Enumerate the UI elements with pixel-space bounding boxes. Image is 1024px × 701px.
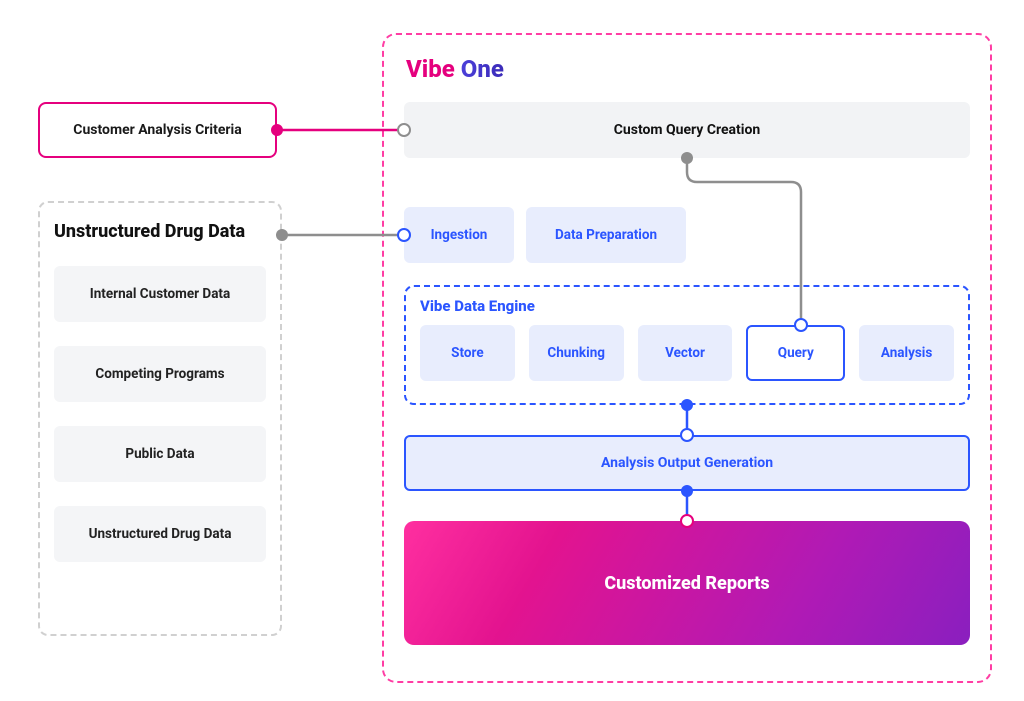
ingestion-box: Ingestion xyxy=(404,207,514,263)
unstructured-drug-data-title: Unstructured Drug Data xyxy=(54,221,266,244)
data-preparation-box: Data Preparation xyxy=(526,207,686,263)
customized-reports-label: Customized Reports xyxy=(604,573,769,594)
engine-cell-query: Query xyxy=(746,325,845,381)
engine-cell-store: Store xyxy=(420,325,515,381)
vibe-data-engine-title: Vibe Data Engine xyxy=(420,297,954,315)
engine-cell-chunking: Chunking xyxy=(529,325,624,381)
engine-cell-analysis: Analysis xyxy=(859,325,954,381)
drugdata-item: Internal Customer Data xyxy=(54,266,266,322)
engine-cell-vector: Vector xyxy=(638,325,733,381)
custom-query-creation-label: Custom Query Creation xyxy=(614,122,761,138)
drugdata-item: Unstructured Drug Data xyxy=(54,506,266,562)
drugdata-item-label: Competing Programs xyxy=(95,366,224,382)
ingestion-label: Ingestion xyxy=(431,227,488,243)
customer-analysis-criteria-box: Customer Analysis Criteria xyxy=(38,102,277,158)
drugdata-item-label: Public Data xyxy=(125,446,194,462)
analysis-output-generation-label: Analysis Output Generation xyxy=(601,455,773,471)
vibe-title-part1: Vibe xyxy=(406,55,455,83)
drugdata-item: Public Data xyxy=(54,426,266,482)
analysis-output-generation-box: Analysis Output Generation xyxy=(404,435,970,491)
data-preparation-label: Data Preparation xyxy=(555,227,657,243)
customized-reports-box: Customized Reports xyxy=(404,521,970,645)
vibe-one-title: Vibe One xyxy=(406,55,968,83)
drugdata-item-label: Unstructured Drug Data xyxy=(89,526,232,542)
custom-query-creation-box: Custom Query Creation xyxy=(404,102,970,158)
drugdata-item: Competing Programs xyxy=(54,346,266,402)
engine-row: Store Chunking Vector Query Analysis xyxy=(420,325,954,381)
drugdata-item-label: Internal Customer Data xyxy=(90,286,230,302)
vibe-data-engine-box: Vibe Data Engine Store Chunking Vector Q… xyxy=(404,285,970,405)
unstructured-drug-data-panel: Unstructured Drug Data Internal Customer… xyxy=(38,201,282,636)
customer-analysis-criteria-label: Customer Analysis Criteria xyxy=(73,122,241,138)
vibe-title-part2: One xyxy=(461,55,504,83)
